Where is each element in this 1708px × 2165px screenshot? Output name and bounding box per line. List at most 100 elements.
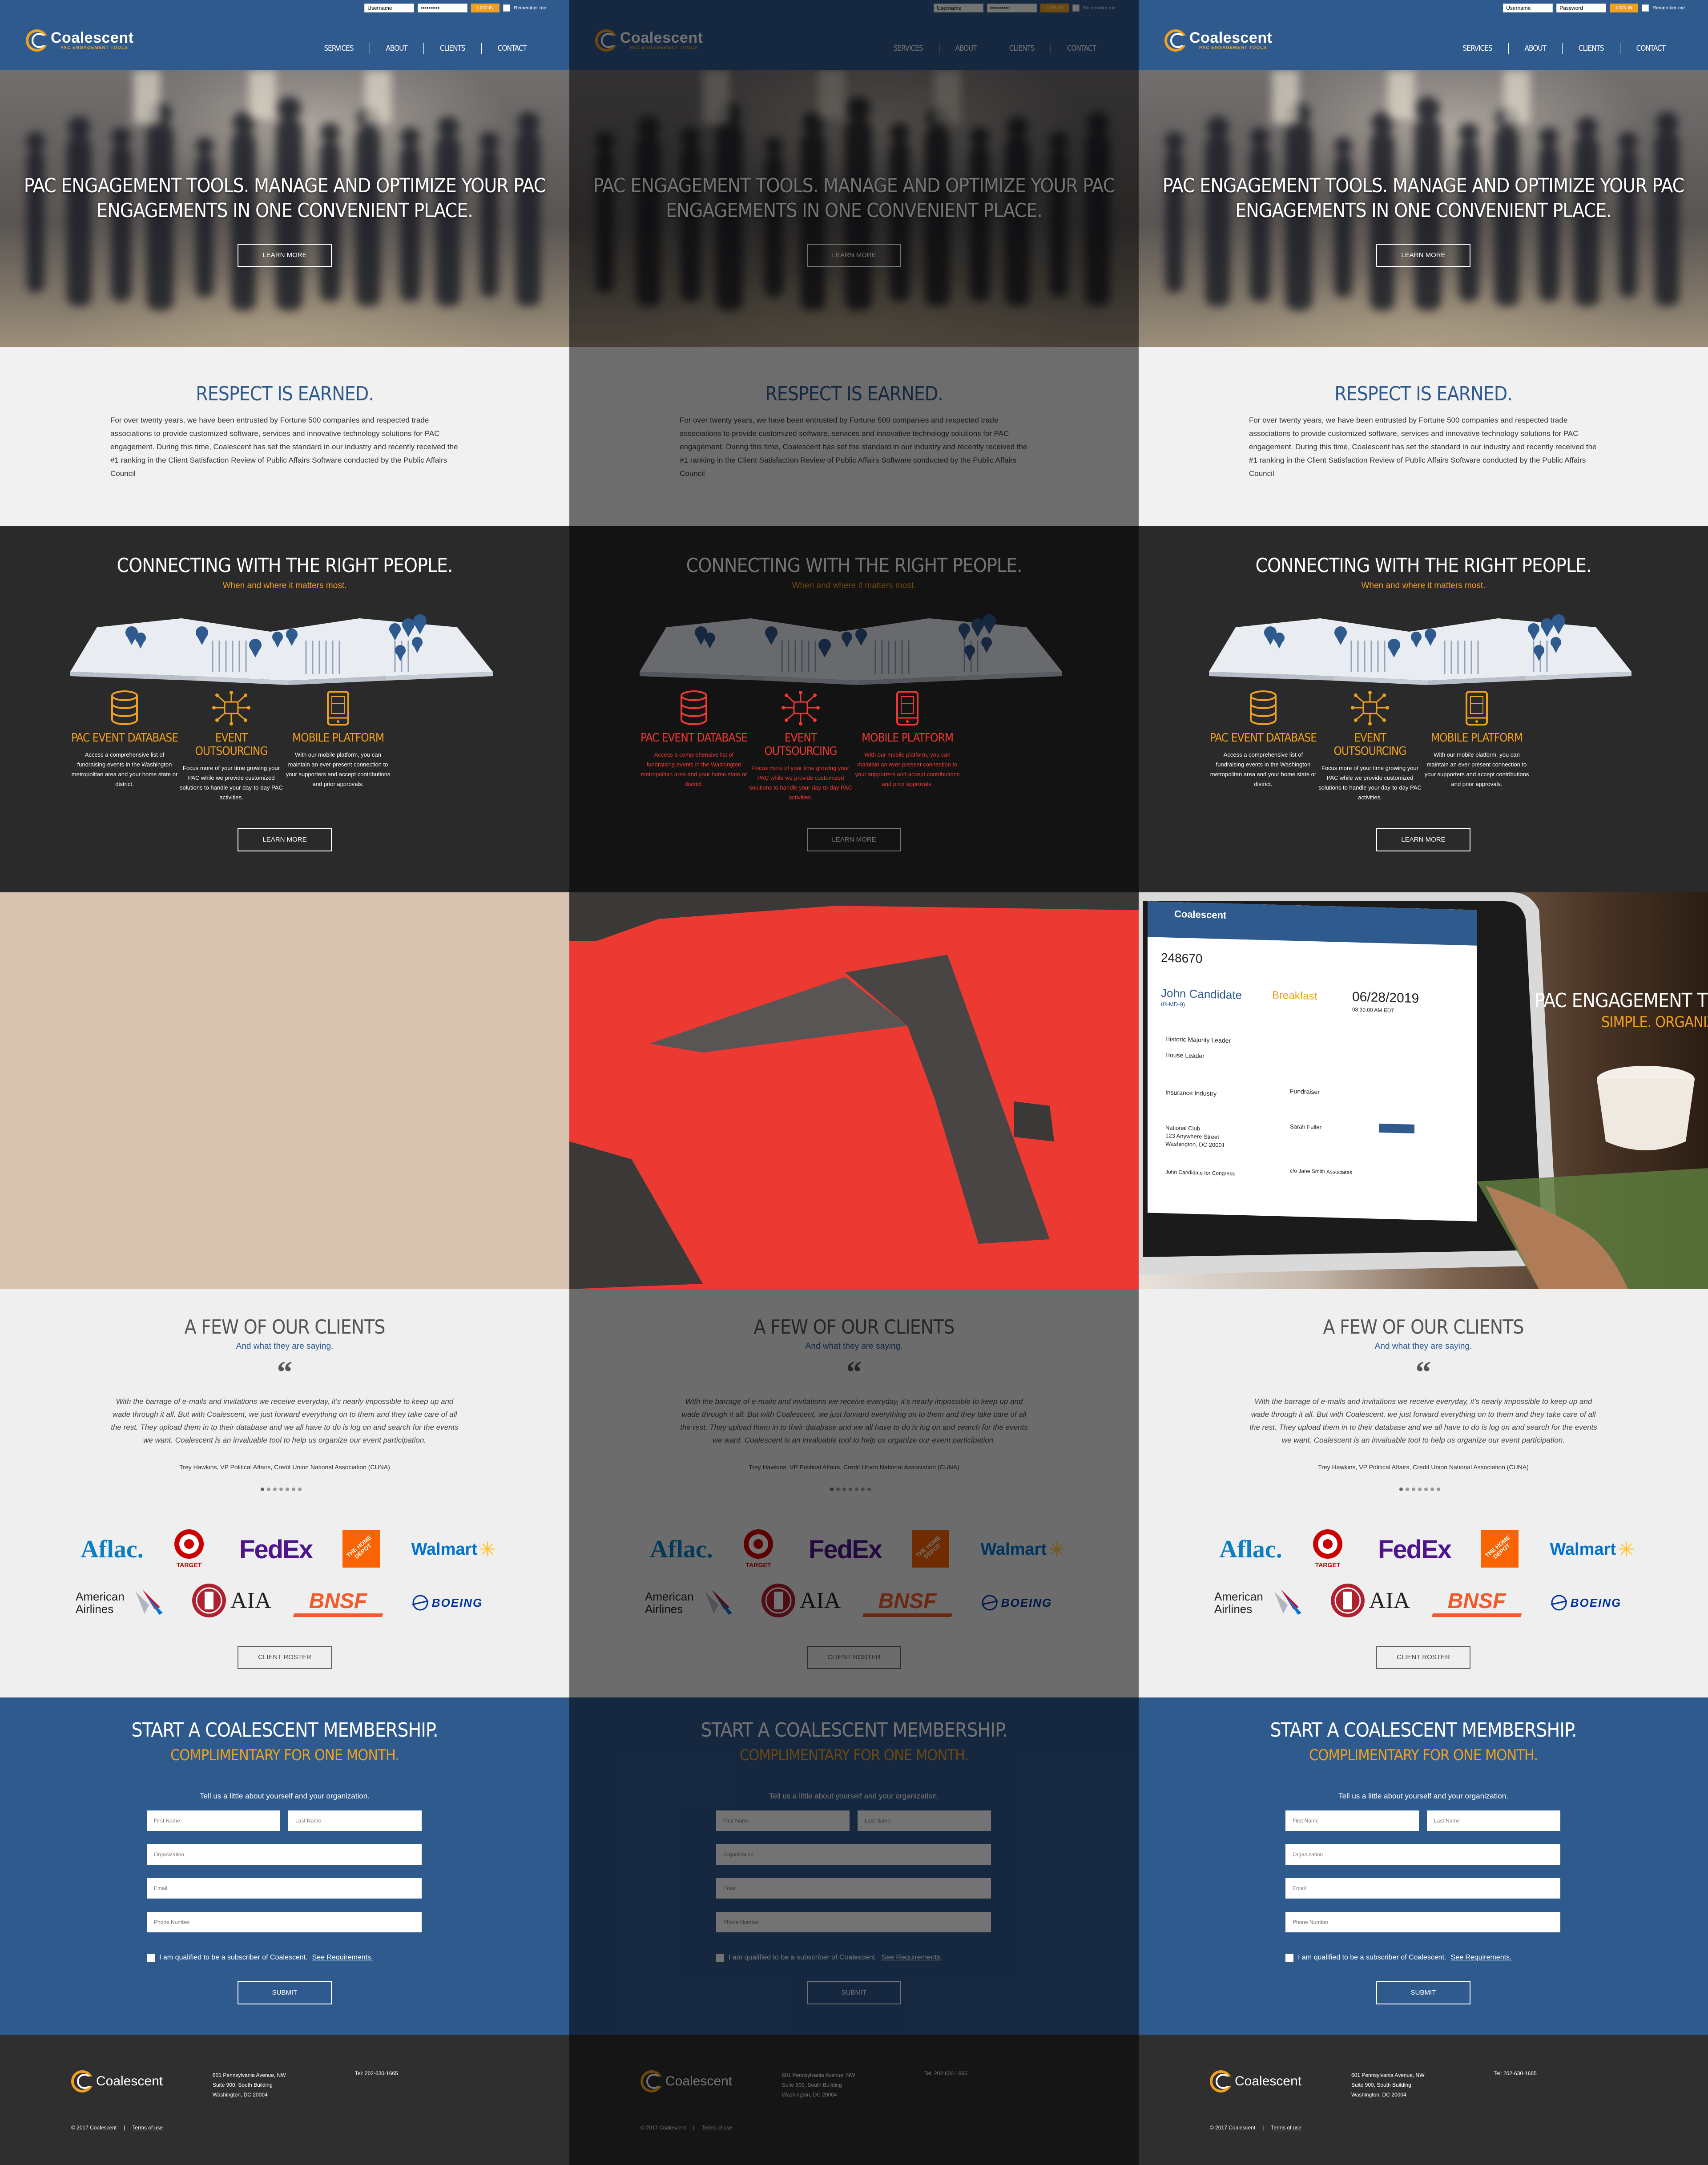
carousel-dot[interactable] [292,1488,295,1491]
client-roster-button[interactable]: CLIENT ROSTER [807,1646,901,1669]
services-learn-more-button[interactable]: LEARN MORE [1376,828,1470,851]
carousel-dot[interactable] [1424,1488,1428,1491]
username-input[interactable] [1503,4,1553,12]
carousel-dot[interactable] [842,1488,846,1491]
footer-logo[interactable]: Coalescent [640,2070,732,2092]
email-field[interactable] [1285,1878,1560,1899]
username-input[interactable] [934,4,984,12]
brand-logo[interactable]: Coalescent PAC ENGAGEMENT TOOLS [1164,29,1272,52]
qualification-checkbox[interactable] [147,1954,155,1962]
nav-clients[interactable]: CLIENTS [424,44,481,53]
login-button[interactable]: LOG IN [1610,4,1639,12]
carousel-dot[interactable] [298,1488,302,1491]
submit-button[interactable]: SUBMIT [807,1981,901,2004]
remember-checkbox[interactable] [503,4,511,12]
first-name-field[interactable] [716,1810,850,1831]
nav-clients[interactable]: CLIENTS [993,44,1051,53]
phone-field[interactable] [1285,1912,1560,1932]
submit-button[interactable]: SUBMIT [238,1981,332,2004]
terms-link[interactable]: Terms of use [701,2125,732,2131]
nav-services[interactable]: SERVICES [1446,44,1508,53]
qualification-row: I am qualified to be a subscriber of Coa… [716,1954,942,1962]
nav-about[interactable]: ABOUT [939,44,993,53]
client-roster-button[interactable]: CLIENT ROSTER [1376,1646,1470,1669]
terms-link[interactable]: Terms of use [132,2125,163,2131]
phone-field[interactable] [716,1912,991,1932]
nav-clients[interactable]: CLIENTS [1563,44,1620,53]
organization-field[interactable] [716,1844,991,1865]
nav-services[interactable]: SERVICES [308,44,369,53]
carousel-dot[interactable] [286,1488,289,1491]
last-name-field[interactable] [288,1810,422,1831]
password-input[interactable] [987,4,1037,12]
remember-label: Remember me [1083,5,1116,11]
carousel-dot[interactable] [1406,1488,1409,1491]
nav-about[interactable]: ABOUT [1509,44,1562,53]
services-learn-more-button[interactable]: LEARN MORE [238,828,332,851]
services-learn-more-button[interactable]: LEARN MORE [807,828,901,851]
carousel-dot[interactable] [830,1488,834,1491]
client-logo-aflac: Aflac. [1211,1529,1291,1569]
hero-learn-more-button[interactable]: LEARN MORE [238,244,332,267]
qualification-checkbox[interactable] [716,1954,724,1962]
footer-logo[interactable]: Coalescent [1210,2070,1301,2092]
feature-mobile-platform: MOBILE PLATFORM With our mobile platform… [854,690,961,789]
carousel-dot[interactable] [1437,1488,1440,1491]
remember-checkbox[interactable] [1072,4,1080,12]
aia-logo-text: AIA [1369,1588,1410,1613]
main-header: Coalescent PAC ENGAGEMENT TOOLS SERVICES… [0,17,569,70]
email-field[interactable] [147,1878,422,1899]
login-button[interactable]: LOG IN [471,4,500,12]
screen-district: (R-MD-9) [1161,1000,1185,1008]
brand-logo[interactable]: Coalescent PAC ENGAGEMENT TOOLS [595,29,703,52]
carousel-dot[interactable] [1418,1488,1422,1491]
carousel-dot[interactable] [1412,1488,1415,1491]
requirements-link[interactable]: See Requirements. [882,1954,943,1962]
carousel-dot[interactable] [1430,1488,1434,1491]
submit-button[interactable]: SUBMIT [1376,1981,1470,2004]
screen-action-button[interactable] [1379,1123,1414,1134]
footer-divider: | [1262,2125,1264,2131]
hero-learn-more-button[interactable]: LEARN MORE [807,244,901,267]
terms-link[interactable]: Terms of use [1271,2125,1301,2131]
last-name-field[interactable] [858,1810,991,1831]
hero-learn-more-button[interactable]: LEARN MORE [1376,244,1470,267]
username-input[interactable] [364,4,415,12]
qualification-checkbox[interactable] [1285,1954,1293,1962]
carousel-dot[interactable] [261,1488,264,1491]
carousel-dot[interactable] [836,1488,840,1491]
phone-field[interactable] [147,1912,422,1932]
carousel-dot[interactable] [855,1488,858,1491]
login-button[interactable]: LOG IN [1040,4,1069,12]
carousel-dot[interactable] [1399,1488,1403,1491]
client-roster-button[interactable]: CLIENT ROSTER [238,1646,332,1669]
password-input[interactable] [1556,4,1607,12]
first-name-field[interactable] [1285,1810,1419,1831]
nav-contact[interactable]: CONTACT [482,44,543,53]
nav-contact[interactable]: CONTACT [1620,44,1681,53]
quote-icon: “ [277,1355,293,1390]
organization-field[interactable] [147,1844,422,1865]
carousel-dot[interactable] [867,1488,871,1491]
nav-services[interactable]: SERVICES [877,44,939,53]
carousel-dot[interactable] [849,1488,852,1491]
requirements-link[interactable]: See Requirements. [312,1954,373,1962]
last-name-field[interactable] [1427,1810,1560,1831]
carousel-dot[interactable] [267,1488,270,1491]
clients-section: A FEW OF OUR CLIENTS And what they are s… [0,1289,569,1697]
nav-about[interactable]: ABOUT [370,44,423,53]
organization-field[interactable] [1285,1844,1560,1865]
requirements-link[interactable]: See Requirements. [1451,1954,1512,1962]
carousel-dot[interactable] [861,1488,865,1491]
remember-checkbox[interactable] [1642,4,1649,12]
first-name-field[interactable] [147,1810,280,1831]
password-input[interactable] [418,4,468,12]
nav-contact[interactable]: CONTACT [1051,44,1112,53]
footer-logo[interactable]: Coalescent [71,2070,163,2092]
brand-logo[interactable]: Coalescent PAC ENGAGEMENT TOOLS [26,29,133,52]
carousel-dot[interactable] [273,1488,277,1491]
carousel-dot[interactable] [279,1488,283,1491]
footer-phone: Tel: 202-630-1665 [355,2070,398,2076]
email-field[interactable] [716,1878,991,1899]
membership-subtitle: COMPLIMENTARY FOR ONE MONTH. [170,1746,399,1764]
